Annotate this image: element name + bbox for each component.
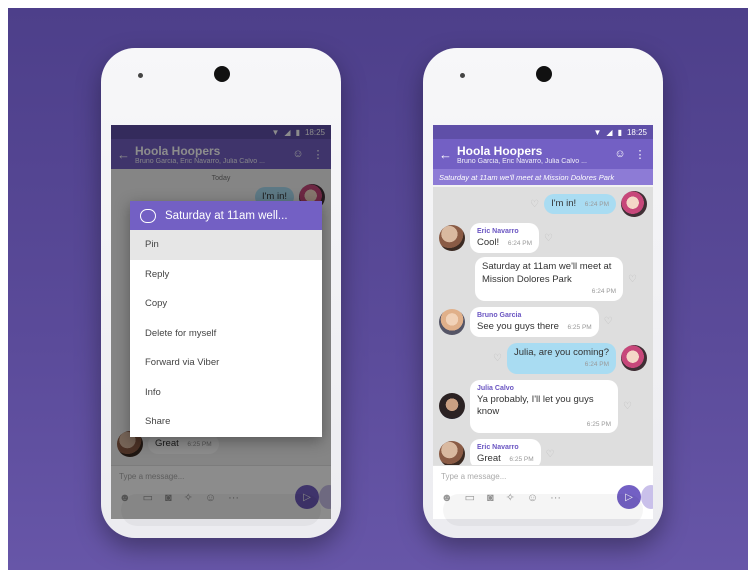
wifi-icon: ▼ xyxy=(593,127,602,137)
message-row: Bruno Garcia See you guys there 6:25 PM … xyxy=(439,306,647,337)
message-input[interactable]: Type a message... xyxy=(441,472,645,481)
pinned-message-bar[interactable]: Saturday at 11am we'll meet at Mission D… xyxy=(433,169,653,185)
message-text: Great xyxy=(477,453,501,465)
message-bubble[interactable]: Eric Navarro Cool! 6:24 PM xyxy=(470,223,540,254)
app-bar: ← Hoola Hoopers Bruno Garcia, Eric Navar… xyxy=(433,139,653,169)
avatar[interactable] xyxy=(439,225,465,252)
signal-icon: ◢ xyxy=(606,127,613,137)
phone-speaker xyxy=(460,73,465,78)
avatar[interactable] xyxy=(621,191,647,217)
chat-participants: Bruno Garcia, Eric Navarro, Julia Calvo … xyxy=(457,157,587,165)
message-sender: Bruno Garcia xyxy=(477,311,522,319)
message-time: 6:25 PM xyxy=(586,420,611,428)
heart-icon[interactable]: ♡ xyxy=(623,401,632,412)
context-menu-header: Saturday at 11am well... xyxy=(130,201,322,230)
phone-chin xyxy=(121,494,321,526)
menu-item-forward[interactable]: Forward via Viber xyxy=(130,348,322,378)
avatar[interactable] xyxy=(439,441,465,468)
phone-chin xyxy=(443,494,643,526)
heart-icon[interactable]: ♡ xyxy=(546,449,555,460)
message-bubble[interactable]: Bruno Garcia See you guys there 6:25 PM xyxy=(470,306,599,337)
message-row: Saturday at 11am we'll meet at Mission D… xyxy=(470,257,647,301)
menu-item-info[interactable]: Info xyxy=(130,378,322,408)
message-time: 6:25 PM xyxy=(567,323,592,331)
heart-icon[interactable]: ♡ xyxy=(544,233,553,244)
message-sender: Eric Navarro xyxy=(477,444,519,451)
battery-icon: ▮ xyxy=(617,127,622,137)
heart-icon[interactable]: ♡ xyxy=(493,353,502,364)
right-screen: ▼ ◢ ▮ 18:25 ← Hoola Hoopers Bruno Garcia… xyxy=(433,125,653,519)
menu-item-pin[interactable]: Pin xyxy=(130,230,322,260)
heart-icon[interactable]: ♡ xyxy=(628,274,637,285)
promo-background: ▼ ◢ ▮ 18:25 ← Hoola Hoopers Bruno Garcia… xyxy=(8,8,748,570)
message-row: ♡ Julia, are you coming? 6:24 PM xyxy=(439,343,647,374)
status-time: 18:25 xyxy=(626,127,647,137)
message-text: Julia, are you coming? xyxy=(513,347,609,358)
phone-speaker xyxy=(138,73,143,78)
message-sender: Eric Navarro xyxy=(477,228,519,235)
message-text: Saturday at 11am we'll meet at Mission D… xyxy=(482,261,612,285)
message-time: 6:24 PM xyxy=(584,200,609,208)
more-vertical-icon[interactable]: ⋮ xyxy=(633,148,647,161)
message-text: Ya probably, I'll let you guys know xyxy=(477,393,594,418)
left-screen: ▼ ◢ ▮ 18:25 ← Hoola Hoopers Bruno Garcia… xyxy=(111,125,331,519)
menu-item-reply[interactable]: Reply xyxy=(130,260,322,290)
message-bubble[interactable]: Julia, are you coming? 6:24 PM xyxy=(506,343,616,374)
context-menu-title: Saturday at 11am well... xyxy=(165,209,288,222)
message-list[interactable]: ♡ I'm in! 6:24 PM Eric Navarro Cool! 6:2… xyxy=(433,187,653,470)
avatar[interactable] xyxy=(439,308,465,335)
menu-item-copy[interactable]: Copy xyxy=(130,289,322,319)
chat-title: Hoola Hoopers xyxy=(457,143,543,158)
menu-item-share[interactable]: Share xyxy=(130,407,322,437)
send-button-edge xyxy=(641,485,653,509)
message-text: See you guys there xyxy=(477,320,559,332)
message-time: 6:24 PM xyxy=(507,240,533,248)
heart-icon[interactable]: ♡ xyxy=(604,316,613,327)
message-sender: Julia Calvo xyxy=(477,384,514,392)
heart-icon[interactable]: ♡ xyxy=(530,199,539,210)
phone-camera xyxy=(214,66,230,82)
message-text: Cool! xyxy=(477,237,500,249)
chat-bubble-icon xyxy=(140,208,156,223)
right-phone: ▼ ◢ ▮ 18:25 ← Hoola Hoopers Bruno Garcia… xyxy=(423,48,663,538)
message-time: 6:24 PM xyxy=(591,288,616,296)
avatar[interactable] xyxy=(621,345,647,372)
left-phone: ▼ ◢ ▮ 18:25 ← Hoola Hoopers Bruno Garcia… xyxy=(101,48,341,538)
arrow-left-icon[interactable]: ← xyxy=(439,147,452,162)
message-context-menu: Saturday at 11am well... Pin Reply Copy … xyxy=(130,201,322,437)
menu-item-delete[interactable]: Delete for myself xyxy=(130,319,322,349)
chat-header[interactable]: Hoola Hoopers Bruno Garcia, Eric Navarro… xyxy=(457,144,607,165)
message-time: 6:25 PM xyxy=(509,456,534,464)
avatar[interactable] xyxy=(439,393,465,420)
add-person-icon[interactable]: ☺ xyxy=(613,148,627,160)
status-bar: ▼ ◢ ▮ 18:25 xyxy=(433,125,653,139)
message-time: 6:24 PM xyxy=(584,361,609,369)
message-row: Julia Calvo Ya probably, I'll let you gu… xyxy=(439,379,647,433)
message-text: I'm in! xyxy=(551,197,577,209)
phone-camera xyxy=(536,66,552,82)
message-row: ♡ I'm in! 6:24 PM xyxy=(439,191,647,217)
message-row: Eric Navarro Cool! 6:24 PM ♡ xyxy=(439,223,647,254)
message-bubble[interactable]: Saturday at 11am we'll meet at Mission D… xyxy=(475,257,623,301)
message-bubble[interactable]: I'm in! 6:24 PM xyxy=(544,193,616,215)
message-bubble[interactable]: Julia Calvo Ya probably, I'll let you gu… xyxy=(470,379,618,433)
